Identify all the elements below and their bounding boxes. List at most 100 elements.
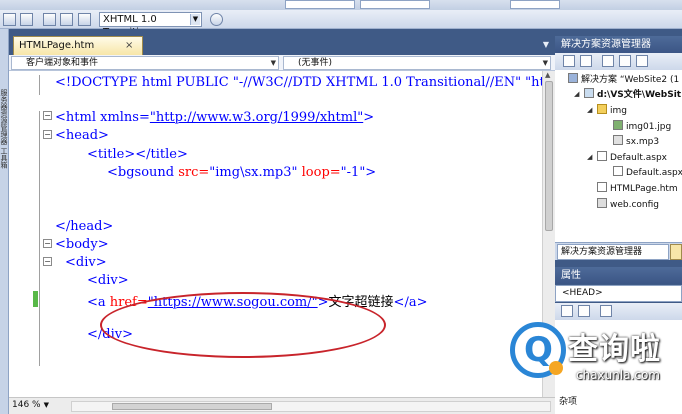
- nest-icon[interactable]: [602, 55, 614, 67]
- indent-icon[interactable]: [20, 13, 33, 26]
- collapse-icon[interactable]: −: [43, 130, 52, 139]
- code-line-div-inner: <div>: [87, 273, 129, 288]
- div-tag: <div>: [65, 255, 107, 270]
- annotation-ellipse: [100, 292, 386, 358]
- tree-item-label: d:\VS文件\WebSit: [597, 90, 682, 100]
- tab-team-explorer[interactable]: [670, 244, 682, 260]
- expand-icon[interactable]: ◢: [574, 88, 579, 100]
- tree-item-label: img01.jpg: [626, 122, 672, 132]
- document-tab-row: HTMLPage.htm × ▼: [9, 29, 555, 55]
- code-line-doctype: <!DOCTYPE html PUBLIC "-//W3C//DTD XHTML…: [55, 75, 542, 90]
- loop-value: "-1": [340, 165, 366, 180]
- horizontal-scrollbar[interactable]: [71, 401, 551, 412]
- tree-item-label: sx.mp3: [626, 137, 660, 147]
- doctype-select[interactable]: XHTML 1.0 Transitic ▼: [99, 12, 202, 38]
- xmlns-link[interactable]: "http://www.w3.org/1999/xhtml": [150, 110, 363, 125]
- collapse-icon[interactable]: −: [43, 111, 52, 120]
- search-box[interactable]: [510, 0, 560, 9]
- watermark-dot: [549, 361, 563, 375]
- comment-icon[interactable]: [43, 13, 56, 26]
- zoom-select[interactable]: 146 % ▼: [12, 400, 49, 410]
- indicator-margin: [9, 71, 33, 397]
- platform-select[interactable]: [360, 0, 430, 9]
- alphabetical-icon[interactable]: [578, 305, 590, 317]
- src-attribute: src=: [178, 165, 210, 180]
- chevron-down-icon[interactable]: ▼: [543, 57, 548, 69]
- tree-item-solution[interactable]: 解决方案 “WebSite2 (1: [568, 73, 679, 86]
- properties-title: 属性: [555, 267, 682, 284]
- editor-status-bar: 146 % ▼: [9, 397, 555, 414]
- toolbox-strip[interactable]: 服务器资源管理器 工具箱: [0, 29, 9, 414]
- tree-item-label: img: [610, 106, 627, 116]
- categorized-icon[interactable]: [561, 305, 573, 317]
- aspx-file-icon: [597, 151, 607, 161]
- dropdown-icon[interactable]: ▼: [543, 40, 549, 49]
- html-tag-close: >: [363, 110, 375, 125]
- properties-icon[interactable]: [563, 55, 575, 67]
- tree-item-label: Default.aspx: [626, 168, 682, 178]
- property-pages-icon[interactable]: [600, 305, 612, 317]
- refresh-icon[interactable]: [580, 55, 592, 67]
- chevron-down-icon[interactable]: ▼: [190, 14, 200, 25]
- toolbox-label: 服务器资源管理器 工具箱: [0, 89, 8, 169]
- tree-item-htmlpage[interactable]: HTMLPage.htm: [597, 182, 678, 195]
- validate-icon[interactable]: [210, 13, 223, 26]
- chevron-down-icon[interactable]: ▼: [271, 57, 276, 69]
- anchor-close-tag: </a>: [393, 295, 428, 310]
- debug-config-select[interactable]: [285, 0, 355, 9]
- uncomment-icon[interactable]: [60, 13, 73, 26]
- code-line-head-close: </head>: [55, 219, 113, 234]
- code-file-icon: [613, 166, 623, 176]
- tree-item-img01[interactable]: img01.jpg: [613, 120, 671, 133]
- scroll-thumb[interactable]: [545, 81, 553, 231]
- tree-item-default-cs[interactable]: Default.aspx: [613, 166, 682, 179]
- properties-toolbar: [555, 303, 682, 320]
- view-designer-icon[interactable]: [636, 55, 648, 67]
- navigation-bar: 客户端对象和事件 ▼ (无事件) ▼: [9, 55, 555, 71]
- audio-file-icon: [613, 135, 623, 145]
- watermark-cn: 查询啦: [568, 332, 661, 367]
- code-line-div: <div>: [65, 255, 107, 270]
- explorer-tab-bar: 解决方案资源管理器: [555, 242, 682, 260]
- outdent-icon[interactable]: [3, 13, 16, 26]
- expand-icon[interactable]: ◢: [587, 151, 592, 163]
- watermark-q-icon: Q: [524, 330, 553, 370]
- close-icon[interactable]: ×: [125, 37, 133, 54]
- solution-tree: 解决方案 “WebSite2 (1 ◢ d:\VS文件\WebSit ◢ img i…: [555, 70, 682, 242]
- properties-object-value: <HEAD>: [562, 288, 603, 298]
- change-indicator: [33, 291, 38, 307]
- client-objects-combo[interactable]: 客户端对象和事件 ▼: [11, 56, 279, 70]
- tree-item-website[interactable]: ◢ d:\VS文件\WebSit: [574, 88, 682, 101]
- solution-explorer-title: 解决方案资源管理器: [555, 36, 682, 53]
- tree-item-img-folder[interactable]: ◢ img: [587, 104, 627, 117]
- events-value: (无事件): [298, 58, 333, 68]
- outline-line: [39, 111, 40, 366]
- bookmark-icon[interactable]: [78, 13, 91, 26]
- collapse-icon[interactable]: −: [43, 239, 52, 248]
- solution-explorer-toolbar: [555, 53, 682, 70]
- tree-item-webconfig[interactable]: web.config: [597, 198, 659, 211]
- collapse-icon[interactable]: −: [43, 257, 52, 266]
- code-line-head: <head>: [55, 128, 109, 143]
- head-tag: <head>: [55, 128, 109, 143]
- tree-item-default-aspx[interactable]: ◢ Default.aspx: [587, 151, 667, 164]
- expand-icon[interactable]: ◢: [587, 104, 592, 116]
- tree-item-label: 解决方案 “WebSite2 (1: [581, 75, 680, 85]
- tree-item-label: HTMLPage.htm: [610, 184, 678, 194]
- client-objects-value: 客户端对象和事件: [26, 58, 99, 68]
- view-code-icon[interactable]: [619, 55, 631, 67]
- events-combo[interactable]: (无事件) ▼: [283, 56, 551, 70]
- tab-htmlpage[interactable]: HTMLPage.htm ×: [13, 36, 143, 55]
- scroll-up-icon[interactable]: ▲: [545, 71, 550, 79]
- anchor-tag-open: <a: [87, 295, 110, 310]
- tree-item-sx[interactable]: sx.mp3: [613, 135, 659, 148]
- doctype-text: <!DOCTYPE html PUBLIC "-//W3C//DTD XHTML…: [55, 75, 542, 90]
- watermark-en: chaxunla.com: [576, 368, 660, 382]
- properties-object-select[interactable]: <HEAD>: [555, 285, 682, 302]
- config-file-icon: [597, 198, 607, 208]
- hscroll-thumb[interactable]: [112, 403, 272, 410]
- chevron-down-icon[interactable]: ▼: [44, 401, 49, 409]
- src-value: "img\sx.mp3": [209, 165, 298, 180]
- loop-attribute: loop=: [297, 165, 341, 180]
- tab-solution-explorer[interactable]: 解决方案资源管理器: [557, 244, 669, 260]
